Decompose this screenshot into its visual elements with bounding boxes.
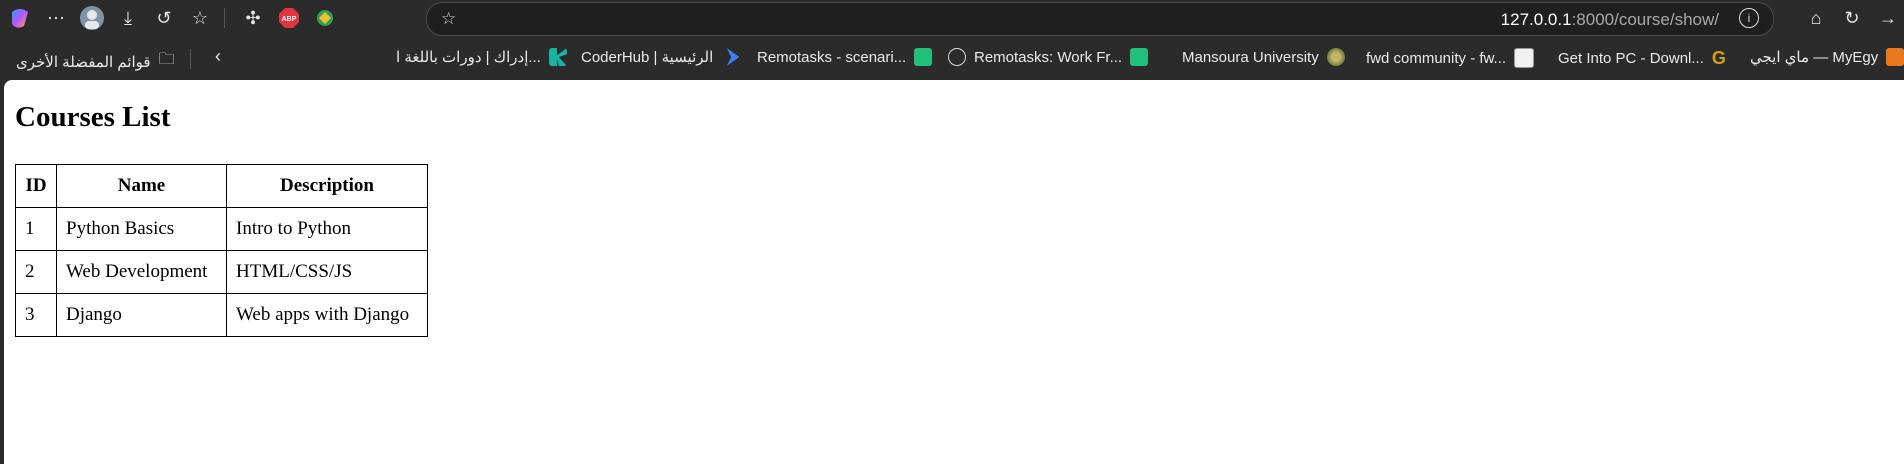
cell-name: Python Basics bbox=[56, 207, 227, 251]
column-header-id: ID bbox=[15, 164, 57, 208]
mansoura-icon bbox=[1326, 48, 1345, 66]
refresh-icon[interactable]: ↻ bbox=[1836, 2, 1868, 34]
cell-description: Intro to Python bbox=[226, 207, 428, 251]
nav-buttons: ⌂ ↻ → bbox=[1796, 2, 1904, 34]
home-icon[interactable]: ⌂ bbox=[1800, 2, 1832, 34]
bookmark-label: fwd community - fw... bbox=[1366, 49, 1507, 67]
extensions-icon[interactable]: ✣ bbox=[237, 2, 269, 34]
cell-description: Web apps with Django bbox=[226, 293, 428, 337]
folder-icon: 🗀 bbox=[158, 51, 175, 68]
toolbar-divider bbox=[224, 8, 225, 28]
page-viewport: Courses List ID Name Description 1 Pytho… bbox=[4, 80, 1904, 464]
cell-id: 2 bbox=[15, 250, 57, 294]
bookmark-mansoura[interactable]: Mansoura University bbox=[1182, 48, 1345, 66]
bookmark-label: Get Into PC - Downl... bbox=[1558, 50, 1704, 67]
svg-text:ABP: ABP bbox=[282, 16, 297, 23]
browser-toolbar: ⋯ ⤓ ↺ ☆ ✣ ABP ☆ 127.0.0.1:8000/course/sh… bbox=[0, 0, 1904, 36]
bookmark-label: إدراك | دورات باللغة ا... bbox=[396, 49, 541, 66]
bookmark-label: Mansoura University bbox=[1182, 48, 1319, 66]
cell-id: 1 bbox=[15, 207, 57, 251]
bookmark-remotasks-work[interactable]: Remotasks: Work Fr... bbox=[948, 48, 1149, 66]
globe-icon bbox=[948, 48, 966, 66]
adblock-icon[interactable]: ABP bbox=[273, 2, 305, 34]
page-title: Courses List bbox=[15, 101, 171, 133]
bookmark-remotasks-scenarios[interactable]: Remotasks - scenari... bbox=[757, 48, 933, 66]
other-favorites-folder[interactable]: قوائم المفضلة الأخرى 🗀 bbox=[16, 48, 175, 75]
bookmark-label: ماي ايجي — MyEgy bbox=[1750, 49, 1879, 66]
url-host: 127.0.0.1 bbox=[1500, 10, 1572, 29]
site-info-icon[interactable]: i bbox=[1739, 8, 1759, 28]
more-options-icon[interactable]: ⋯ bbox=[40, 2, 72, 34]
bookmarks-divider bbox=[190, 49, 191, 69]
getintopc-icon: G bbox=[1711, 48, 1726, 68]
bookmark-myegy[interactable]: ماي ايجي — MyEgy bbox=[1750, 48, 1904, 66]
favorites-icon[interactable]: ☆ bbox=[184, 2, 216, 34]
myegy-icon bbox=[1886, 48, 1904, 66]
bookmark-label: Remotasks - scenari... bbox=[757, 48, 907, 66]
courses-table: ID Name Description 1 Python Basics Intr… bbox=[15, 164, 428, 337]
other-favorites-label: قوائم المفضلة الأخرى bbox=[16, 53, 151, 71]
coderhub-icon bbox=[726, 48, 740, 66]
address-bar[interactable]: ☆ 127.0.0.1:8000/course/show/ i bbox=[426, 2, 1774, 36]
bookmark-label: CoderHub | الرئيسية bbox=[581, 49, 714, 66]
table-row: 2 Web Development HTML/CSS/JS bbox=[15, 250, 428, 294]
chevron-left-icon[interactable]: ‹ bbox=[215, 46, 221, 67]
copilot-icon[interactable] bbox=[4, 2, 36, 34]
downloads-icon[interactable]: ⤓ bbox=[112, 2, 144, 34]
remotasks-icon bbox=[1130, 48, 1149, 66]
bookmark-edraak[interactable]: إدراك | دورات باللغة ا... bbox=[396, 48, 567, 66]
column-header-description: Description bbox=[226, 164, 428, 208]
bookmarks-bar: قوائم المفضلة الأخرى 🗀 ‹ إدراك | دورات ب… bbox=[0, 42, 1904, 76]
column-header-name: Name bbox=[56, 164, 227, 208]
remotasks-icon bbox=[914, 48, 933, 66]
bookmark-fwd[interactable]: fwd community - fw... bbox=[1366, 48, 1535, 68]
profile-avatar[interactable] bbox=[76, 2, 108, 34]
fwd-icon bbox=[1514, 48, 1535, 68]
add-favorite-star-icon[interactable]: ☆ bbox=[441, 9, 456, 29]
table-row: 3 Django Web apps with Django bbox=[15, 293, 428, 337]
url-path: :8000/course/show/ bbox=[1571, 10, 1719, 29]
cell-id: 3 bbox=[15, 293, 57, 337]
table-header-row: ID Name Description bbox=[15, 164, 428, 208]
table-row: 1 Python Basics Intro to Python bbox=[15, 207, 428, 251]
history-icon[interactable]: ↺ bbox=[148, 2, 180, 34]
bookmark-coderhub[interactable]: CoderHub | الرئيسية bbox=[581, 48, 740, 66]
cell-description: HTML/CSS/JS bbox=[226, 250, 428, 294]
url-text[interactable]: 127.0.0.1:8000/course/show/ bbox=[1501, 10, 1719, 30]
bookmark-getintopc[interactable]: Get Into PC - Downl... G bbox=[1558, 48, 1726, 69]
edraak-icon bbox=[548, 48, 567, 66]
cell-name: Web Development bbox=[56, 250, 227, 294]
cell-name: Django bbox=[56, 293, 227, 337]
bookmark-label: Remotasks: Work Fr... bbox=[974, 48, 1123, 66]
extension-icon[interactable] bbox=[309, 2, 341, 34]
forward-icon[interactable]: → bbox=[1872, 2, 1904, 34]
